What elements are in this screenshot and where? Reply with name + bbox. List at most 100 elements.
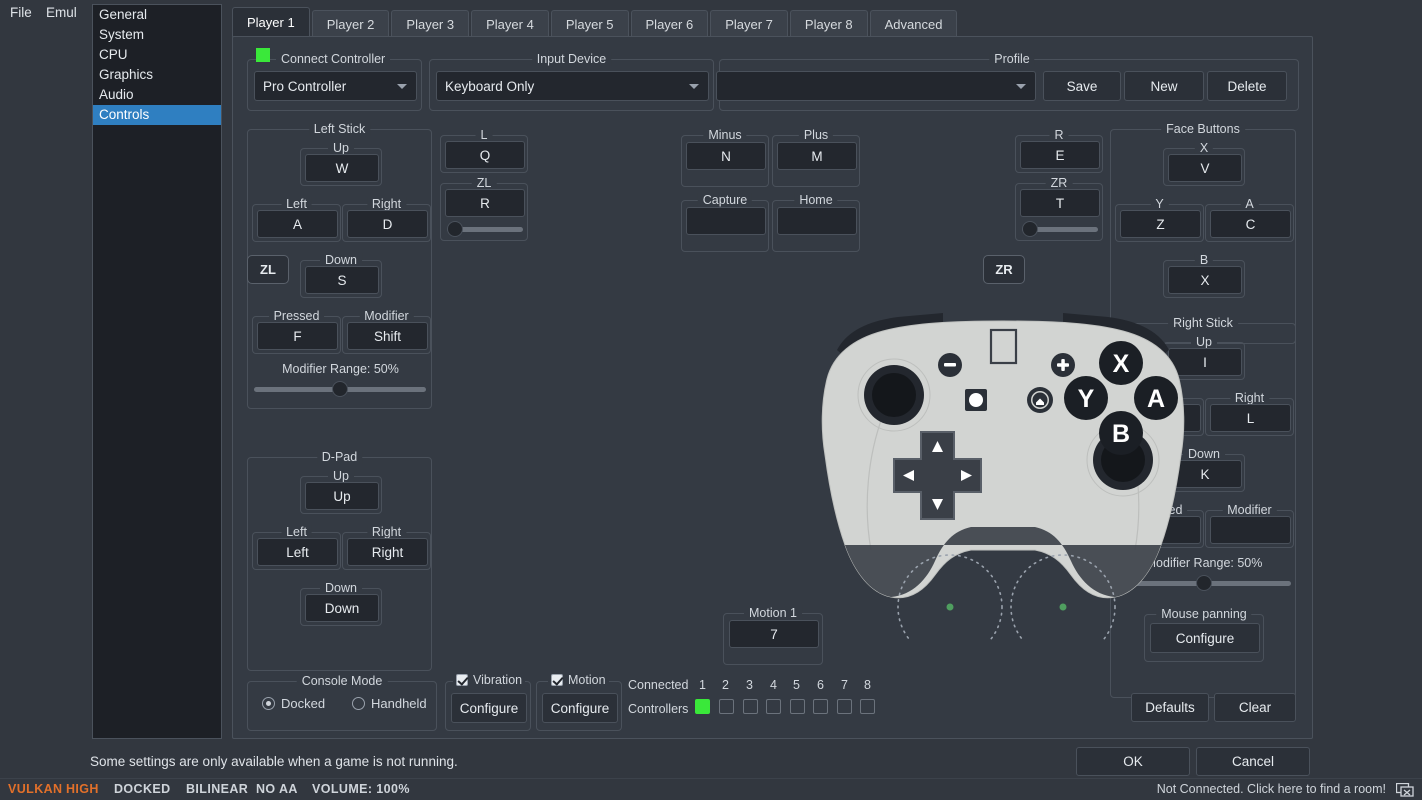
profile-save-button[interactable]: Save [1043,71,1121,101]
motion-group: Motion Configure [536,681,622,731]
tab-player-8[interactable]: Player 8 [790,10,868,37]
left-stick-modifier-range-label: Modifier Range: 50% [248,362,433,376]
status-accuracy[interactable]: HIGH [66,782,99,796]
dpad-down-key[interactable]: Down [305,594,379,622]
svg-text:A: A [1147,385,1165,413]
face-b-key[interactable]: X [1168,266,1242,294]
input-device-combo[interactable]: Keyboard Only [436,71,709,101]
zr-key[interactable]: T [1020,189,1100,217]
tab-player-5[interactable]: Player 5 [551,10,629,37]
l-group: L Q [440,135,528,173]
player-tabstrip[interactable]: Player 1 Player 2 Player 3 Player 4 Play… [232,7,959,37]
status-dock-mode[interactable]: DOCKED [114,782,171,796]
left-stick-right-key[interactable]: D [347,210,428,238]
network-disconnected-icon[interactable] [1396,783,1414,800]
defaults-button[interactable]: Defaults [1131,693,1209,722]
controller-slot-8[interactable] [860,699,875,714]
category-item-system[interactable]: System [93,25,221,45]
plus-key[interactable]: M [777,142,857,170]
controller-slot-6[interactable] [813,699,828,714]
controller-slot-3[interactable] [743,699,758,714]
controller-slot-4[interactable] [766,699,781,714]
left-stick-pressed-label: Pressed [269,309,325,323]
vibration-configure-button[interactable]: Configure [451,693,527,723]
controller-slot-1[interactable] [695,699,710,714]
zl-trigger-tag: ZL [247,255,289,284]
tab-player-3[interactable]: Player 3 [391,10,469,37]
left-stick-left-key[interactable]: A [257,210,338,238]
dpad-right-key[interactable]: Right [347,538,428,566]
input-device-label: Input Device [532,52,611,66]
slider-knob[interactable] [1022,221,1038,237]
capture-key[interactable] [686,207,766,235]
left-stick-up-key[interactable]: W [305,154,379,182]
tab-player-2[interactable]: Player 2 [312,10,390,37]
profile-delete-button[interactable]: Delete [1207,71,1287,101]
motion-checkbox[interactable]: Motion [548,673,609,687]
settings-category-list[interactable]: General System CPU Graphics Audio Contro… [92,4,222,739]
cancel-button[interactable]: Cancel [1196,747,1310,776]
controller-number-5: 5 [789,678,804,692]
category-item-audio[interactable]: Audio [93,85,221,105]
category-item-controls[interactable]: Controls [93,105,221,125]
left-stick-pressed-key[interactable]: F [257,322,338,350]
dpad-down-group: Down Down [300,588,382,626]
status-volume[interactable]: VOLUME: 100% [312,782,410,796]
controller-number-7: 7 [837,678,852,692]
r-key[interactable]: E [1020,141,1100,169]
controller-slot-5[interactable] [790,699,805,714]
vibration-checkbox[interactable]: Vibration [453,673,525,687]
menu-emulation[interactable]: Emul [46,5,77,20]
console-mode-handheld-radio[interactable]: Handheld [352,696,427,711]
motion-configure-button[interactable]: Configure [542,693,618,723]
l-key[interactable]: Q [445,141,525,169]
controller-number-6: 6 [813,678,828,692]
left-stick-pressed-group: Pressed F [252,316,341,354]
controller-type-value: Pro Controller [263,79,346,94]
profile-new-button[interactable]: New [1124,71,1204,101]
controller-type-combo[interactable]: Pro Controller [254,71,417,101]
r-group: R E [1015,135,1103,173]
controller-slot-7[interactable] [837,699,852,714]
tab-advanced[interactable]: Advanced [870,10,958,37]
ok-button[interactable]: OK [1076,747,1190,776]
tab-player-4[interactable]: Player 4 [471,10,549,37]
zr-trigger-tag: ZR [983,255,1025,284]
status-renderer[interactable]: VULKAN [8,782,62,796]
controller-number-1: 1 [695,678,710,692]
tab-player-6[interactable]: Player 6 [631,10,709,37]
face-x-key[interactable]: V [1168,154,1242,182]
menu-file[interactable]: File [10,5,32,20]
slider-knob[interactable] [332,381,348,397]
dpad-title: D-Pad [317,450,362,464]
zl-range-slider[interactable] [447,221,523,237]
category-item-cpu[interactable]: CPU [93,45,221,65]
dpad-up-key[interactable]: Up [305,482,379,510]
category-item-graphics[interactable]: Graphics [93,65,221,85]
left-stick-up-group: Up W [300,148,382,186]
zr-range-slider[interactable] [1022,221,1098,237]
face-a-key[interactable]: C [1210,210,1291,238]
radio-indicator [262,697,275,710]
slider-knob[interactable] [447,221,463,237]
clear-button[interactable]: Clear [1214,693,1296,722]
status-room-link[interactable]: Not Connected. Click here to find a room… [1157,782,1386,796]
minus-key[interactable]: N [686,142,766,170]
left-stick-modifier-key[interactable]: Shift [347,322,428,350]
category-item-general[interactable]: General [93,5,221,25]
tab-player-7[interactable]: Player 7 [710,10,788,37]
face-y-key[interactable]: Z [1120,210,1201,238]
dpad-left-key[interactable]: Left [257,538,338,566]
status-filter[interactable]: BILINEAR [186,782,248,796]
status-antialiasing[interactable]: NO AA [256,782,298,796]
left-stick-right-group: Right D [342,204,431,242]
console-mode-docked-radio[interactable]: Docked [262,696,325,711]
profile-combo[interactable] [716,71,1036,101]
left-stick-down-key[interactable]: S [305,266,379,294]
controller-slot-2[interactable] [719,699,734,714]
controller-number-2: 2 [718,678,733,692]
tab-player-1[interactable]: Player 1 [232,7,310,37]
home-key[interactable] [777,207,857,235]
left-stick-modifier-range-slider[interactable] [254,381,426,397]
zl-key[interactable]: R [445,189,525,217]
